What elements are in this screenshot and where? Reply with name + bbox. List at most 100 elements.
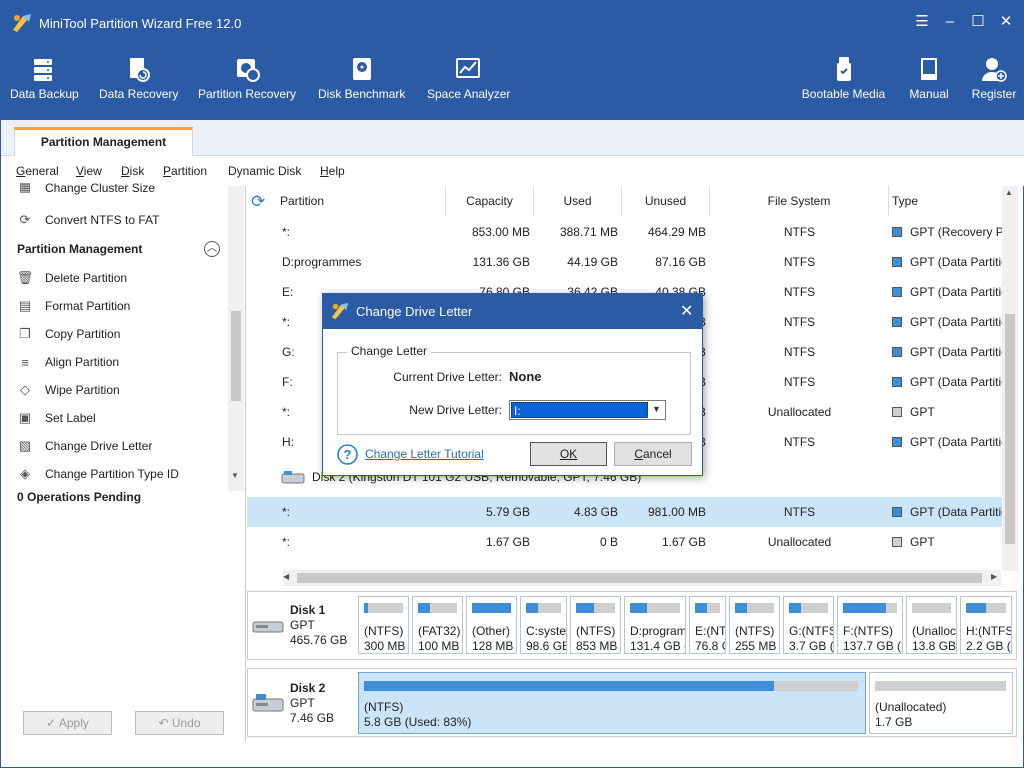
app-logo-icon	[13, 14, 31, 32]
col-unused[interactable]: Unused	[622, 186, 710, 216]
disk1-map[interactable]: Disk 1 GPT 465.76 GB (NTFS) 300 MB (FAT32)…	[247, 591, 1017, 660]
partition-usage-bar	[526, 603, 561, 613]
partition-usage-fill	[364, 603, 368, 613]
dialog-title-bar: Change Drive Letter ✕	[323, 294, 702, 329]
app-logo-icon	[331, 302, 349, 320]
scroll-up-icon[interactable]: ▲	[1005, 188, 1013, 197]
close-button[interactable]: ✕	[998, 14, 1014, 30]
menu-dynamic-disk[interactable]: Dynamic Disk	[228, 164, 301, 178]
table-row[interactable]: *: 1.67 GB 0 B 1.67 GB Unallocated GPT	[247, 527, 1017, 557]
sidebar: ▦ Change Cluster Size ⟳ Convert NTFS to FA…	[6, 183, 246, 741]
menu-view[interactable]: View	[76, 164, 102, 178]
disk-benchmark-button[interactable]: Disk Benchmark	[318, 55, 405, 101]
cell-used: 388.71 MB	[559, 225, 618, 239]
sidebar-item-change-partition-type-id[interactable]: ◈ Change Partition Type ID	[17, 464, 179, 484]
disk1-partition-block[interactable]: (NTFS) 300 MB	[358, 596, 409, 654]
table-hscroll-thumb[interactable]	[297, 573, 982, 583]
manual-button[interactable]: Manual	[907, 55, 951, 101]
scroll-right-icon[interactable]: ▶	[991, 572, 997, 581]
disk1-partition-block[interactable]: (Other) 128 MB	[466, 596, 517, 654]
register-button[interactable]: Register	[971, 55, 1017, 101]
ok-button[interactable]: OK	[530, 442, 607, 466]
sidebar-scroll-thumb[interactable]	[231, 311, 241, 401]
partition-usage-fill	[843, 603, 887, 613]
minimize-button[interactable]: –	[942, 14, 958, 30]
col-type[interactable]: Type	[889, 186, 1017, 216]
chevron-down-icon[interactable]: ▼	[652, 404, 661, 414]
bootable-media-button[interactable]: Bootable Media	[801, 55, 886, 101]
sidebar-item-format-partition[interactable]: ▤ Format Partition	[17, 296, 131, 316]
refresh-icon[interactable]: ⟳	[251, 192, 265, 212]
register-label: Register	[971, 87, 1017, 101]
col-capacity[interactable]: Capacity	[446, 186, 534, 216]
disk1-partition-block[interactable]: F:(NTFS)137.7 GB (U	[837, 596, 903, 654]
col-partition[interactable]: Partition	[277, 186, 446, 216]
disk1-partition-block[interactable]: (FAT32) 100 MB	[412, 596, 463, 654]
disk2-partition-unallocated[interactable]: (Unallocated) 1.7 GB	[869, 672, 1013, 734]
new-drive-letter-select[interactable]: I: ▼	[509, 400, 666, 420]
cell-capacity: 5.79 GB	[485, 505, 530, 519]
sidebar-item-set-label[interactable]: ▣ Set Label	[17, 408, 96, 428]
sidebar-item-copy-partition[interactable]: ❐ Copy Partition	[17, 324, 120, 344]
change-letter-group	[337, 352, 691, 435]
partition-label: C:syster	[526, 624, 567, 638]
menu-icon[interactable]: ☰	[914, 14, 930, 30]
disk2-partition-ntfs[interactable]: (NTFS) 5.8 GB (Used: 83%)	[358, 672, 866, 734]
maximize-button[interactable]: ☐	[970, 14, 986, 30]
disk2-map[interactable]: Disk 2 GPT 7.46 GB (NTFS) 5.8 GB (Used: 8…	[247, 668, 1017, 737]
col-used[interactable]: Used	[534, 186, 622, 216]
sidebar-item-delete-partition[interactable]: 🗑 Delete Partition	[17, 268, 127, 288]
cell-partition: *:	[282, 505, 291, 519]
sidebar-scrollbar[interactable]: ▼	[228, 186, 244, 491]
table-horizontal-scrollbar[interactable]: ◀ ▶	[283, 570, 1001, 586]
data-recovery-button[interactable]: Data Recovery	[99, 55, 178, 101]
partition-usage-fill	[735, 603, 747, 613]
partition-usage-fill	[966, 603, 986, 613]
sidebar-item-wipe-partition[interactable]: ◇ Wipe Partition	[17, 380, 120, 400]
partition-label: (FAT32)	[418, 624, 461, 638]
menu-general[interactable]: General	[16, 164, 59, 178]
cell-partition: *:	[282, 535, 291, 549]
menu-help[interactable]: Help	[320, 164, 345, 178]
space-analyzer-button[interactable]: Space Analyzer	[427, 55, 510, 101]
disk1-partition-block[interactable]: G:(NTFS3.7 GB (U	[783, 596, 834, 654]
sidebar-item-change-cluster-size[interactable]: ▦ Change Cluster Size	[17, 183, 155, 195]
partition-size: 131.4 GB (U	[630, 639, 685, 653]
collapse-icon[interactable]: ︿	[204, 241, 220, 257]
disk1-partition-block[interactable]: D:program131.4 GB (U	[624, 596, 686, 654]
partition-usage-fill	[418, 603, 430, 613]
apply-button[interactable]: ✓ Apply	[23, 711, 112, 735]
change-drive-letter-dialog: Change Drive Letter ✕ Change Letter Curr…	[322, 293, 703, 476]
partition-size: 13.8 GB	[912, 639, 957, 653]
menu-partition[interactable]: Partition	[163, 164, 207, 178]
scroll-left-icon[interactable]: ◀	[283, 572, 289, 581]
table-vertical-scrollbar[interactable]: ▲	[1002, 186, 1018, 571]
undo-button[interactable]: ↶ Undo	[135, 711, 224, 735]
table-row[interactable]: D:programmes 131.36 GB 44.19 GB 87.16 GB NTF…	[247, 247, 1017, 277]
disk1-partition-block[interactable]: C:syster 98.6 GB	[520, 596, 567, 654]
sidebar-item-align-partition[interactable]: ≡ Align Partition	[17, 352, 119, 372]
disk1-partition-block[interactable]: (Unalloc 13.8 GB	[906, 596, 957, 654]
cancel-button[interactable]: Cancel	[614, 442, 692, 466]
dialog-close-icon[interactable]: ✕	[680, 301, 693, 321]
sidebar-item-change-drive-letter[interactable]: ▧ Change Drive Letter	[17, 436, 153, 456]
menu-disk[interactable]: Disk	[121, 164, 144, 178]
dialog-title: Change Drive Letter	[356, 304, 473, 319]
disk1-partition-block[interactable]: (NTFS) 255 MB	[729, 596, 780, 654]
data-backup-button[interactable]: Data Backup	[10, 55, 79, 101]
scroll-down-icon[interactable]: ▼	[231, 471, 239, 480]
change-letter-tutorial-link[interactable]: Change Letter Tutorial	[365, 447, 484, 461]
sidebar-item-convert-ntfs-to-fat[interactable]: ⟳ Convert NTFS to FAT	[17, 210, 160, 230]
disk-benchmark-icon	[352, 58, 371, 80]
partition-recovery-button[interactable]: Partition Recovery	[198, 55, 296, 101]
disk1-partition-block[interactable]: (NTFS) 853 MB	[570, 596, 621, 654]
table-row[interactable]: *: 853.00 MB 388.71 MB 464.29 MB NTFS GPT (Re…	[247, 217, 1017, 247]
cell-unused: 1.67 GB	[661, 535, 706, 549]
tab-partition-management[interactable]: Partition Management	[14, 127, 193, 156]
table-vscroll-thumb[interactable]	[1005, 314, 1015, 544]
table-row[interactable]: *: 5.79 GB 4.83 GB 981.00 MB NTFS GPT (Data P…	[247, 497, 1017, 527]
col-file-system[interactable]: File System	[710, 186, 889, 216]
disk1-partition-block[interactable]: E:(NT76.8 G	[689, 596, 726, 654]
disk1-partition-block[interactable]: H:(NTFS2.2 GB (U	[960, 596, 1012, 654]
bootable-media-label: Bootable Media	[801, 87, 886, 101]
